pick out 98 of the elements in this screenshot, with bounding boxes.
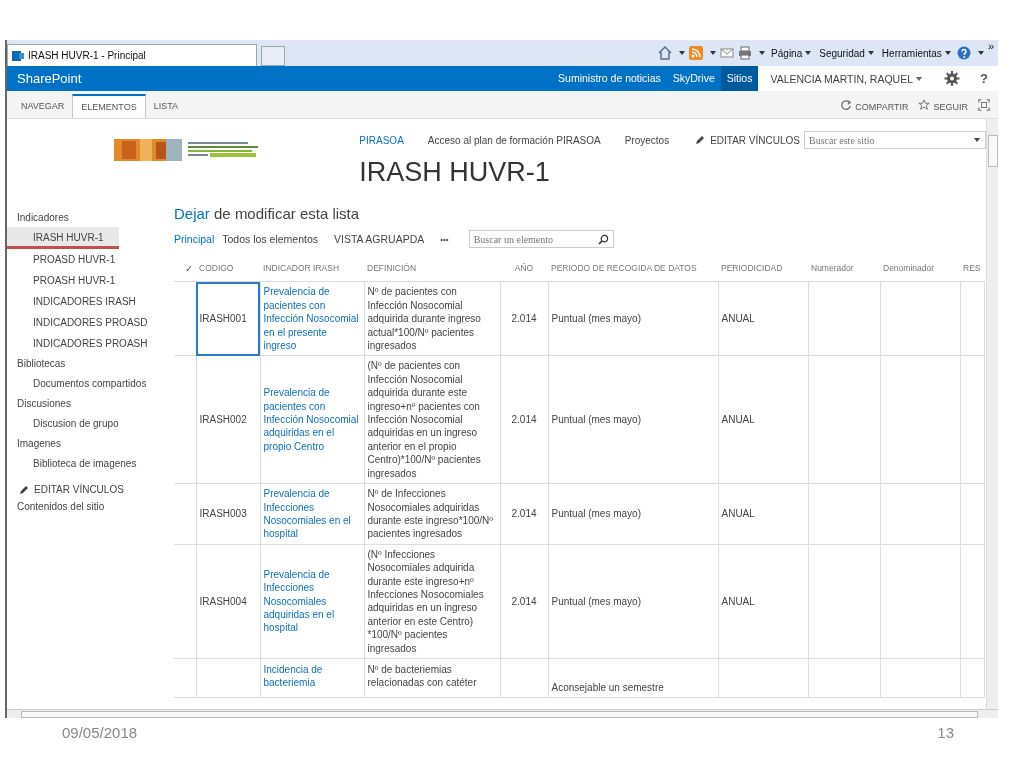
help-icon[interactable]: [956, 46, 971, 60]
nav-item[interactable]: PROASD HUVR-1: [7, 249, 162, 270]
top-nav-link[interactable]: Acceso al plan de formación PIRASOA: [427, 134, 601, 146]
top-nav-link[interactable]: Proyectos: [624, 134, 670, 146]
nav-item[interactable]: Biblioteca de imagenes: [7, 453, 162, 474]
column-header[interactable]: CODIGO: [199, 263, 234, 273]
caret-icon[interactable]: [679, 51, 686, 55]
table-cell: IRASH001: [199, 313, 247, 325]
site-title: IRASH HUVR-1: [359, 157, 551, 188]
nav-item[interactable]: INDICADORES PROASH: [7, 333, 162, 354]
table-cell: ANUAL: [721, 414, 755, 426]
suite-link[interactable]: Sitios: [720, 66, 759, 91]
column-header[interactable]: DEFINICIÓN: [367, 263, 417, 273]
table-cell: 2.014: [511, 414, 537, 426]
nav-heading[interactable]: Bibliotecas: [7, 354, 162, 373]
table-cell: ANUAL: [721, 508, 755, 520]
table-cell: (Nº de pacientes con Infección Nosocomial adquirida durante este ingreso+nº pacientes con Infección Nosocomial adquiridas en un ingreso anterior en el propio Centro)*100/Nº pacientes ingresados: [367, 360, 481, 479]
column-header[interactable]: PERIODICIDAD: [721, 263, 783, 273]
dropdown-caret-icon[interactable]: [974, 138, 980, 142]
printer-icon[interactable]: [738, 46, 753, 60]
nav-item[interactable]: IRASH HUVR-1: [7, 227, 119, 249]
nav-item[interactable]: INDICADORES IRASH: [7, 291, 162, 312]
table-cell: ANUAL: [721, 313, 755, 325]
nav-heading[interactable]: Imagenes: [7, 434, 162, 453]
table-cell: Puntual (mes mayo): [551, 508, 641, 520]
edit-links-link[interactable]: EDITAR VÍNCULOS: [34, 484, 124, 495]
browser-menu[interactable]: Página: [769, 47, 814, 59]
horizontal-scrollbar[interactable]: [7, 709, 998, 718]
nav-item[interactable]: Documentos compartidos: [7, 373, 162, 394]
vertical-scrollbar[interactable]: [986, 119, 998, 709]
suite-link[interactable]: SkyDrive: [666, 66, 721, 91]
caret-icon: [805, 51, 812, 55]
browser-tab[interactable]: IRASH HUVR-1 - Principal: [7, 44, 257, 66]
table-cell: 2.014: [511, 595, 537, 607]
caret-icon: [867, 51, 874, 55]
browser-menu[interactable]: Seguridad: [817, 47, 876, 59]
more-commands-chevron[interactable]: »: [987, 40, 994, 52]
home-icon[interactable]: [658, 46, 673, 60]
table-cell: IRASH002: [199, 414, 247, 426]
view-link[interactable]: VISTA AGRUAPDA: [334, 233, 425, 245]
column-header[interactable]: PERIODO DE RECOGIDA DE DATOS: [551, 263, 697, 273]
column-header[interactable]: INDICADOR IRASH: [263, 263, 340, 273]
table-cell: (Nº Infecciones Nosocomiales adquirida durante este ingreso+nº Infecciones Nosocomiales adquiridas en un ingreso anterior en este Centro) *100/Nº pacientes ingresados: [367, 548, 484, 654]
nav-item[interactable]: PROASH HUVR-1: [7, 270, 162, 291]
focus-icon[interactable]: [978, 99, 990, 111]
nav-item[interactable]: Discusion de grupo: [7, 413, 162, 434]
edit-links-link[interactable]: EDITAR VÍNCULOS: [710, 134, 800, 146]
nav-heading[interactable]: Indicadores: [7, 208, 162, 227]
share-icon[interactable]: [840, 99, 853, 111]
more-views-button[interactable]: •••: [440, 234, 449, 244]
help-button[interactable]: ?: [970, 66, 998, 91]
slide-number: 13: [937, 724, 954, 741]
caret-icon[interactable]: [710, 51, 717, 55]
slide-date: 09/05/2018: [62, 724, 138, 741]
site-contents-link[interactable]: Contenidos del sitio: [7, 497, 162, 516]
top-nav-link[interactable]: PIRASOA: [359, 134, 404, 146]
caret-icon: [916, 76, 923, 81]
table-cell: Nº de pacientes con Infección Nosocomial adquirida durante ingreso actual*100/Nº pacientes ingresados: [367, 286, 481, 352]
nav-heading[interactable]: Discusiones: [7, 394, 162, 413]
view-link[interactable]: Principal: [174, 233, 215, 245]
brand-name[interactable]: SharePoint: [7, 71, 82, 86]
caret-icon[interactable]: [977, 51, 984, 55]
site-search-field[interactable]: Buscar este sitio: [804, 131, 986, 149]
pencil-icon: [695, 135, 706, 145]
stop-editing-link[interactable]: Dejar: [174, 205, 210, 222]
list-search-field[interactable]: Buscar un elemento: [468, 230, 614, 248]
column-header[interactable]: AÑO: [514, 263, 534, 273]
search-icon[interactable]: [597, 234, 609, 245]
table-cell: Nº de bacteriemias relacionadas con catéter: [367, 663, 477, 689]
suite-link[interactable]: Suministro de noticias: [552, 66, 667, 91]
nav-item[interactable]: INDICADORES PROASD: [7, 312, 162, 333]
caret-icon[interactable]: [759, 51, 766, 55]
share-button[interactable]: COMPARTIR: [855, 102, 909, 112]
table-cell: Puntual (mes mayo): [551, 414, 641, 426]
column-header[interactable]: Numerador: [811, 263, 854, 273]
edit-mode-notice: Dejar de modificar esta lista: [174, 205, 361, 222]
table-cell: ANUAL: [721, 595, 755, 607]
column-header[interactable]: RES: [963, 263, 981, 273]
browser-menu[interactable]: Herramientas: [879, 47, 953, 59]
table-cell: 2.014: [511, 508, 537, 520]
column-header[interactable]: Denominador: [883, 263, 935, 273]
table-cell: Aconsejable un semestre: [551, 681, 664, 693]
pencil-icon: [19, 484, 29, 495]
star-icon[interactable]: [918, 99, 931, 111]
table-cell: 2.014: [511, 313, 537, 325]
table-cell: IRASH003: [199, 508, 247, 520]
ribbon-tab[interactable]: NAVEGAR: [13, 94, 73, 118]
caret-icon: [944, 51, 951, 55]
table-cell: Puntual (mes mayo): [551, 313, 641, 325]
table-cell: Nº de Infecciones Nosocomiales adquiridas durante este ingreso*100/Nº pacientes ingresados: [367, 488, 493, 540]
table-cell: Puntual (mes mayo): [551, 595, 641, 607]
ribbon-tab[interactable]: ELEMENTOS: [72, 94, 146, 118]
table-cell: IRASH004: [199, 595, 247, 607]
follow-button[interactable]: SEGUIR: [933, 102, 968, 112]
user-menu[interactable]: VALENCIA MARTIN, RAQUEL: [758, 66, 935, 91]
view-link[interactable]: Todos los elementos: [222, 233, 318, 245]
ribbon-tab[interactable]: LISTA: [145, 94, 187, 118]
select-all-checkmark[interactable]: ✓: [185, 263, 193, 274]
